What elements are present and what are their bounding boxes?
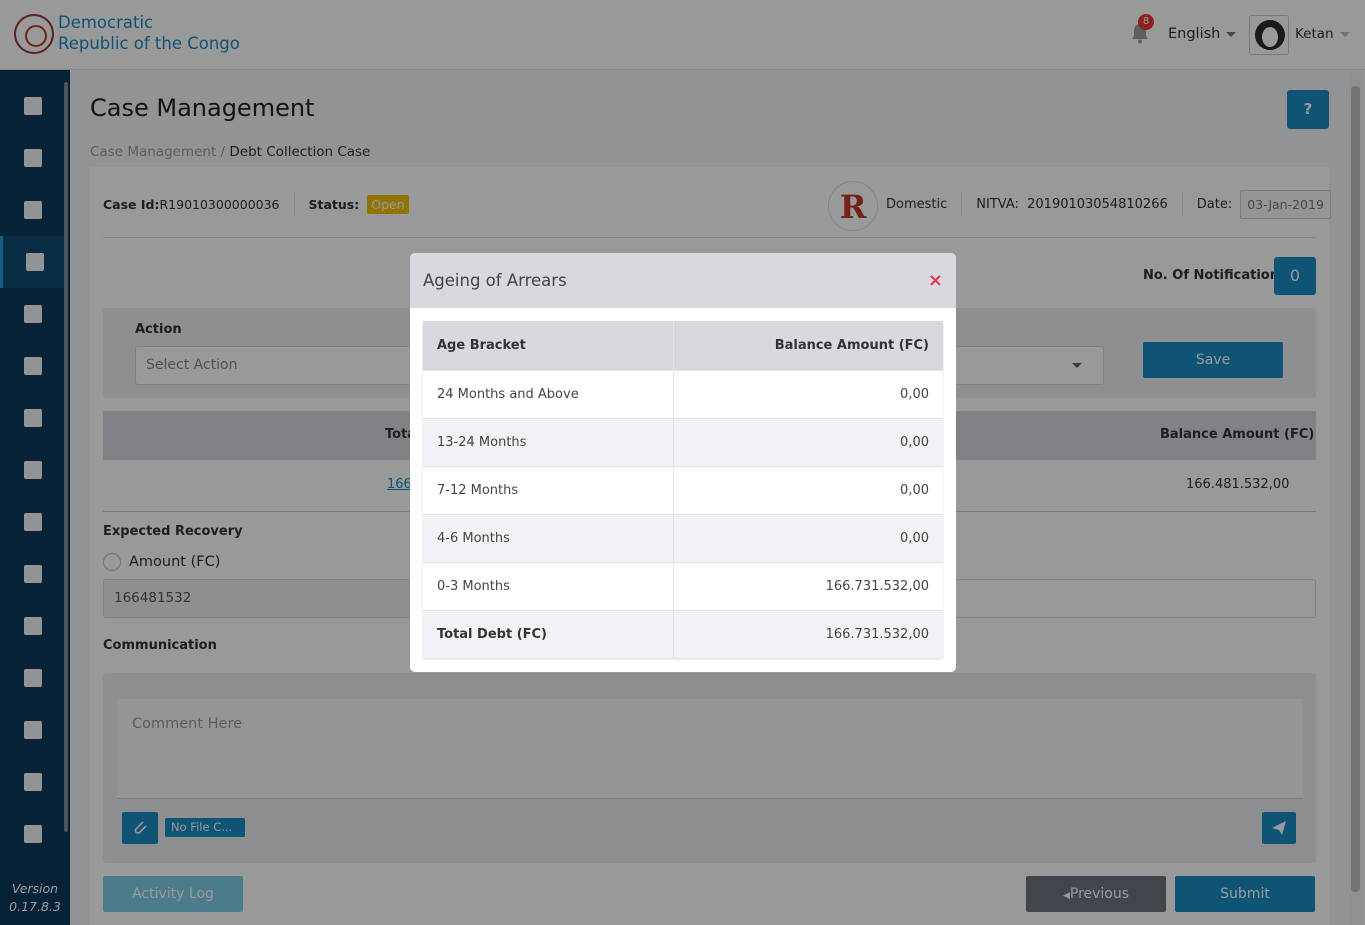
- ageing-modal: Ageing of Arrears × Age Bracket Balance …: [410, 253, 956, 672]
- table-row: 0-3 Months 166.731.532,00: [423, 561, 943, 610]
- total-amount-cell: 166.731.532,00: [673, 609, 943, 658]
- balance-amount-cell: 0,00: [673, 513, 943, 562]
- column-header-balance-amount: Balance Amount (FC): [673, 321, 943, 370]
- column-header-age-bracket: Age Bracket: [423, 321, 675, 370]
- age-bracket-cell: 0-3 Months: [423, 561, 675, 610]
- age-bracket-cell: 13-24 Months: [423, 417, 675, 466]
- table-row: 13-24 Months 0,00: [423, 417, 943, 466]
- balance-amount-cell: 0,00: [673, 417, 943, 466]
- modal-title: Ageing of Arrears: [423, 271, 567, 290]
- balance-amount-cell: 166.731.532,00: [673, 561, 943, 610]
- table-row: 7-12 Months 0,00: [423, 465, 943, 514]
- age-bracket-cell: 4-6 Months: [423, 513, 675, 562]
- modal-header: Ageing of Arrears ×: [410, 253, 956, 308]
- age-bracket-cell: 7-12 Months: [423, 465, 675, 514]
- balance-amount-cell: 0,00: [673, 369, 943, 418]
- age-bracket-cell: 24 Months and Above: [423, 369, 675, 418]
- close-icon[interactable]: ×: [928, 270, 943, 291]
- modal-body: Age Bracket Balance Amount (FC) 24 Month…: [410, 308, 956, 671]
- table-row: 4-6 Months 0,00: [423, 513, 943, 562]
- ageing-table: Age Bracket Balance Amount (FC) 24 Month…: [423, 321, 943, 658]
- total-row: Total Debt (FC) 166.731.532,00: [423, 609, 943, 658]
- table-row: 24 Months and Above 0,00: [423, 369, 943, 418]
- total-label-cell: Total Debt (FC): [423, 609, 675, 658]
- balance-amount-cell: 0,00: [673, 465, 943, 514]
